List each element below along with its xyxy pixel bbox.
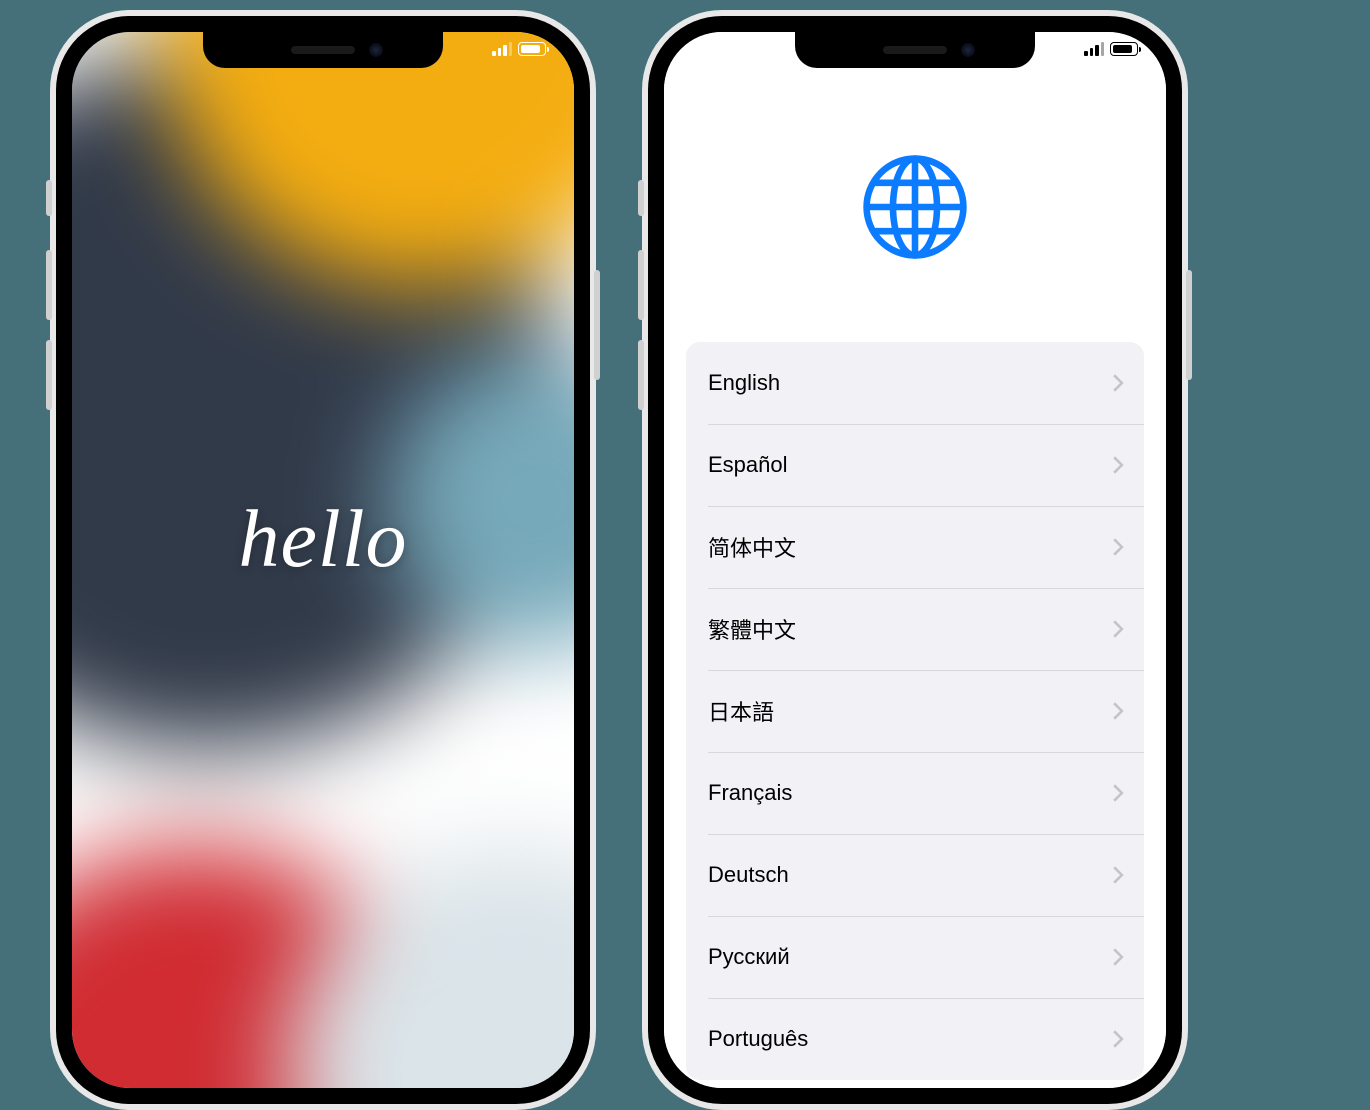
silence-switch — [46, 180, 52, 216]
volume-down-button — [46, 340, 52, 410]
chevron-right-icon — [1112, 784, 1124, 802]
phone-mockup-language: English Español 简体中文 繁體中文 — [642, 10, 1188, 1110]
volume-down-button — [638, 340, 644, 410]
language-label: Русский — [708, 944, 790, 970]
language-item-simplified-chinese[interactable]: 简体中文 — [686, 506, 1144, 588]
language-label: Español — [708, 452, 788, 478]
language-item-portugues[interactable]: Português — [686, 998, 1144, 1080]
power-button — [1186, 270, 1192, 380]
chevron-right-icon — [1112, 866, 1124, 884]
phone-mockup-hello: hello — [50, 10, 596, 1110]
cellular-signal-icon — [1084, 42, 1104, 56]
chevron-right-icon — [1112, 1030, 1124, 1048]
language-select-screen: English Español 简体中文 繁體中文 — [664, 32, 1166, 1088]
language-label: Português — [708, 1026, 808, 1052]
front-camera — [961, 43, 975, 57]
language-label: 繁體中文 — [708, 613, 796, 645]
silence-switch — [638, 180, 644, 216]
hello-screen[interactable]: hello — [72, 32, 574, 1088]
battery-icon — [1110, 42, 1138, 56]
hello-greeting: hello — [239, 492, 408, 586]
language-item-traditional-chinese[interactable]: 繁體中文 — [686, 588, 1144, 670]
notch — [795, 32, 1035, 68]
front-camera — [369, 43, 383, 57]
language-label: Deutsch — [708, 862, 789, 888]
language-label: 简体中文 — [708, 531, 796, 563]
volume-up-button — [46, 250, 52, 320]
volume-up-button — [638, 250, 644, 320]
speaker-grill — [883, 46, 947, 54]
language-item-espanol[interactable]: Español — [686, 424, 1144, 506]
language-item-japanese[interactable]: 日本語 — [686, 670, 1144, 752]
chevron-right-icon — [1112, 374, 1124, 392]
chevron-right-icon — [1112, 948, 1124, 966]
status-bar — [1084, 42, 1138, 56]
language-label: Français — [708, 780, 792, 806]
status-bar — [492, 42, 546, 56]
language-item-deutsch[interactable]: Deutsch — [686, 834, 1144, 916]
language-item-english[interactable]: English — [686, 342, 1144, 424]
globe-icon — [860, 152, 970, 262]
power-button — [594, 270, 600, 380]
language-item-francais[interactable]: Français — [686, 752, 1144, 834]
language-label: 日本語 — [708, 695, 774, 727]
chevron-right-icon — [1112, 456, 1124, 474]
battery-icon — [518, 42, 546, 56]
language-label: English — [708, 370, 780, 396]
notch — [203, 32, 443, 68]
cellular-signal-icon — [492, 42, 512, 56]
chevron-right-icon — [1112, 620, 1124, 638]
language-item-russian[interactable]: Русский — [686, 916, 1144, 998]
chevron-right-icon — [1112, 538, 1124, 556]
speaker-grill — [291, 46, 355, 54]
language-list: English Español 简体中文 繁體中文 — [686, 342, 1144, 1080]
chevron-right-icon — [1112, 702, 1124, 720]
